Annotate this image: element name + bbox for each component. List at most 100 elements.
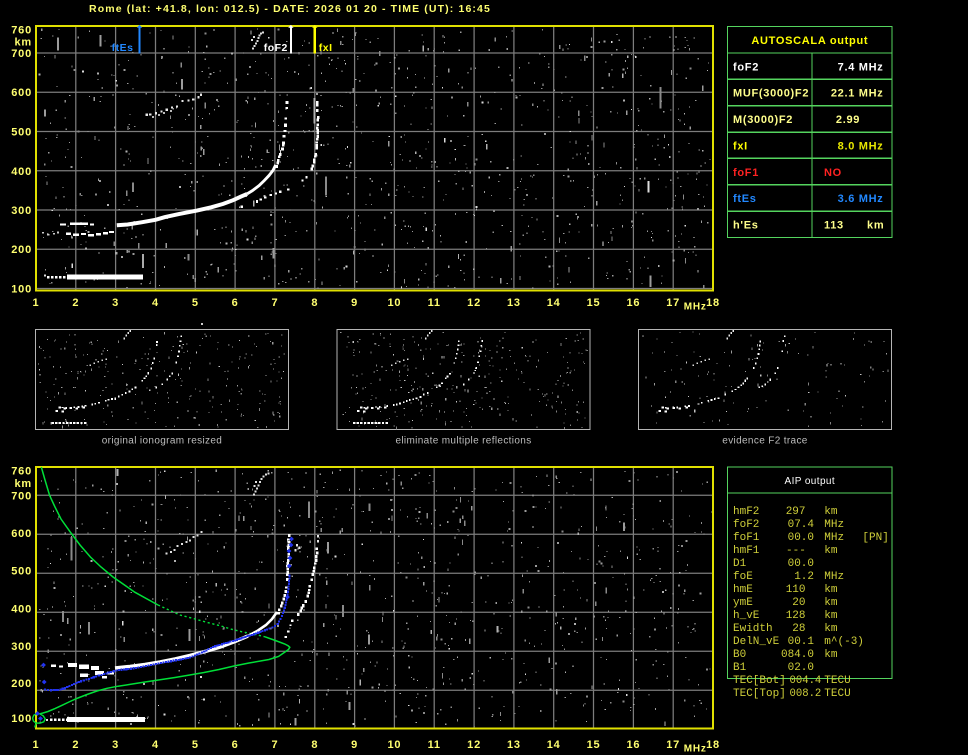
svg-text:2: 2 <box>72 297 79 309</box>
svg-text:4: 4 <box>152 297 159 309</box>
svg-text:18: 18 <box>706 297 720 309</box>
svg-text:foF2: foF2 <box>264 42 288 54</box>
svg-text:12: 12 <box>467 297 481 309</box>
svg-text:760: 760 <box>11 25 32 37</box>
svg-text:20: 20 <box>792 597 805 609</box>
svg-text:8.0 MHz: 8.0 MHz <box>838 141 884 153</box>
svg-text:ftEs: ftEs <box>112 42 134 54</box>
svg-text:B0: B0 <box>733 649 746 661</box>
svg-text:6: 6 <box>232 739 239 751</box>
svg-text:km: km <box>824 506 838 518</box>
svg-text:hmE: hmE <box>733 584 753 596</box>
svg-text:B1: B1 <box>733 662 747 674</box>
svg-text:MHz: MHz <box>824 532 844 544</box>
svg-text:11: 11 <box>428 297 441 309</box>
svg-text:3: 3 <box>112 739 119 751</box>
svg-text:1: 1 <box>33 297 40 309</box>
svg-text:16: 16 <box>626 739 640 751</box>
svg-text:ymE: ymE <box>733 597 753 609</box>
svg-text:km: km <box>824 545 838 557</box>
svg-text:00.1: 00.1 <box>788 636 815 648</box>
svg-text:100: 100 <box>11 713 32 725</box>
svg-text:15: 15 <box>587 297 601 309</box>
svg-text:DelN_vE: DelN_vE <box>733 636 780 648</box>
svg-text:16: 16 <box>626 297 640 309</box>
svg-text:original ionogram resized: original ionogram resized <box>102 436 222 447</box>
svg-text:11: 11 <box>428 739 441 751</box>
svg-text:MHz: MHz <box>684 302 707 313</box>
svg-text:fxI: fxI <box>319 42 333 54</box>
svg-text:hmF2: hmF2 <box>733 506 759 518</box>
svg-text:400: 400 <box>11 166 32 178</box>
svg-text:7: 7 <box>271 739 278 751</box>
svg-text:km: km <box>15 37 33 49</box>
svg-text:evidence F2 trace: evidence F2 trace <box>722 436 808 447</box>
svg-text:008.2: 008.2 <box>790 688 822 700</box>
svg-text:[PN]: [PN] <box>862 532 888 544</box>
svg-text:07.4: 07.4 <box>788 519 815 531</box>
svg-text:17: 17 <box>666 297 680 309</box>
svg-text:MHz: MHz <box>824 519 844 531</box>
svg-text:Rome (lat: +41.8, lon: 012.5): Rome (lat: +41.8, lon: 012.5) - DATE: 20… <box>89 3 491 15</box>
svg-text:TECU: TECU <box>824 675 850 687</box>
svg-text:foF1: foF1 <box>733 532 760 544</box>
svg-text:km: km <box>824 610 838 622</box>
svg-text:300: 300 <box>11 205 32 217</box>
svg-text:200: 200 <box>11 678 32 690</box>
svg-text:297: 297 <box>786 506 806 518</box>
svg-text:10: 10 <box>387 297 401 309</box>
svg-text:2.99: 2.99 <box>836 114 860 126</box>
svg-text:M(3000)F2: M(3000)F2 <box>733 114 793 126</box>
svg-text:14: 14 <box>547 297 561 309</box>
svg-text:02.0: 02.0 <box>788 662 814 674</box>
svg-text:NO: NO <box>824 167 842 179</box>
svg-text:3: 3 <box>112 297 119 309</box>
svg-text:2: 2 <box>72 739 79 751</box>
svg-text:h'Es: h'Es <box>733 220 759 232</box>
svg-text:8: 8 <box>311 297 318 309</box>
svg-text:hmF1: hmF1 <box>733 545 760 557</box>
svg-text:500: 500 <box>11 127 32 139</box>
svg-text:12: 12 <box>467 739 481 751</box>
svg-text:200: 200 <box>11 244 32 256</box>
svg-text:17: 17 <box>666 739 680 751</box>
svg-text:700: 700 <box>11 48 32 60</box>
svg-text:fxI: fxI <box>733 141 748 153</box>
svg-text:00.0: 00.0 <box>788 532 814 544</box>
svg-text:600: 600 <box>11 87 32 99</box>
svg-text:13: 13 <box>507 297 521 309</box>
svg-text:13: 13 <box>507 739 521 751</box>
svg-text:ftEs: ftEs <box>733 193 757 205</box>
svg-text:km: km <box>824 649 838 661</box>
svg-text:TEC[Top]: TEC[Top] <box>733 688 786 700</box>
svg-text:004.4: 004.4 <box>790 675 822 687</box>
svg-text:14: 14 <box>547 739 561 751</box>
svg-text:m^(-3): m^(-3) <box>824 636 864 648</box>
svg-text:---: --- <box>786 545 806 557</box>
svg-text:6: 6 <box>232 297 239 309</box>
svg-text:MHz: MHz <box>824 571 844 583</box>
svg-text:700: 700 <box>11 490 32 502</box>
svg-text:3.6 MHz: 3.6 MHz <box>838 193 884 205</box>
svg-text:300: 300 <box>11 641 32 653</box>
svg-text:22.1 MHz: 22.1 MHz <box>831 88 884 100</box>
svg-text:km: km <box>15 478 33 490</box>
svg-text:500: 500 <box>11 566 32 578</box>
svg-text:5: 5 <box>192 739 199 751</box>
svg-text:4: 4 <box>152 739 159 751</box>
svg-text:km: km <box>824 623 838 635</box>
svg-text:110: 110 <box>786 584 806 596</box>
svg-text:D1: D1 <box>733 558 747 570</box>
svg-text:h_vE: h_vE <box>733 610 760 622</box>
svg-text:1.2: 1.2 <box>794 571 814 583</box>
svg-text:foF2: foF2 <box>733 519 759 531</box>
svg-text:km: km <box>867 220 884 232</box>
svg-text:5: 5 <box>192 297 199 309</box>
svg-text:10: 10 <box>387 739 401 751</box>
svg-text:eliminate multiple reflections: eliminate multiple reflections <box>395 436 531 447</box>
svg-text:8: 8 <box>311 739 318 751</box>
svg-text:28: 28 <box>792 623 805 635</box>
svg-text:00.0: 00.0 <box>788 558 814 570</box>
svg-text:400: 400 <box>11 603 32 615</box>
svg-text:7: 7 <box>271 297 278 309</box>
